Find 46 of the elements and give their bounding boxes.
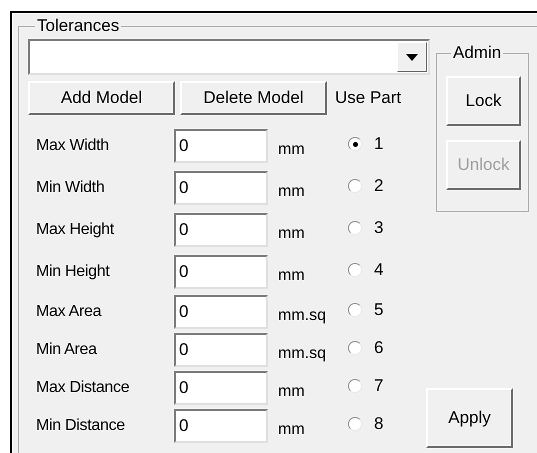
- radio-button[interactable]: [348, 303, 362, 317]
- part-number-label: 7: [374, 375, 384, 398]
- value-field[interactable]: 0: [174, 409, 268, 443]
- field-label: Min Width: [35, 178, 106, 198]
- radio-button[interactable]: [348, 179, 362, 193]
- part-number-label: 5: [374, 299, 384, 322]
- part-number-label: 6: [374, 337, 384, 360]
- radio-button[interactable]: [348, 263, 362, 277]
- value-field[interactable]: 0: [174, 333, 268, 367]
- unit-label: mm.sq: [277, 306, 327, 326]
- part-number-label: 4: [374, 259, 384, 282]
- radio-button[interactable]: [348, 417, 362, 431]
- value-field[interactable]: 0: [174, 129, 268, 163]
- radio-button[interactable]: [348, 137, 362, 151]
- field-label: Max Height: [35, 220, 116, 240]
- field-label: Min Area: [35, 340, 98, 360]
- use-part-label: Use Part: [335, 87, 402, 110]
- radio-button[interactable]: [348, 379, 362, 393]
- field-label: Max Area: [35, 302, 102, 322]
- part-number-label: 1: [374, 133, 384, 156]
- radio-button[interactable]: [348, 341, 362, 355]
- apply-button[interactable]: Apply: [426, 388, 513, 448]
- part-number-label: 2: [374, 175, 384, 198]
- unit-label: mm: [277, 266, 306, 286]
- value-field[interactable]: 0: [174, 171, 268, 205]
- lock-button[interactable]: Lock: [446, 76, 521, 126]
- value-field[interactable]: 0: [174, 371, 268, 405]
- unit-label: mm.sq: [277, 344, 327, 364]
- delete-model-button[interactable]: Delete Model: [180, 81, 327, 115]
- value-field[interactable]: 0: [174, 295, 268, 329]
- part-number-label: 3: [374, 217, 384, 240]
- unit-label: mm: [277, 182, 306, 202]
- unit-label: mm: [277, 224, 306, 244]
- unit-label: mm: [277, 140, 306, 160]
- field-label: Max Width: [35, 136, 110, 156]
- field-label: Min Distance: [35, 416, 126, 436]
- radio-button[interactable]: [348, 221, 362, 235]
- value-field[interactable]: 0: [174, 213, 268, 247]
- unit-label: mm: [277, 382, 306, 402]
- unit-label: mm: [277, 420, 306, 440]
- add-model-button[interactable]: Add Model: [28, 81, 175, 115]
- field-label: Min Height: [35, 262, 111, 282]
- model-dropdown[interactable]: [28, 39, 430, 75]
- field-label: Max Distance: [35, 378, 130, 398]
- part-number-label: 8: [374, 413, 384, 436]
- value-field[interactable]: 0: [174, 255, 268, 289]
